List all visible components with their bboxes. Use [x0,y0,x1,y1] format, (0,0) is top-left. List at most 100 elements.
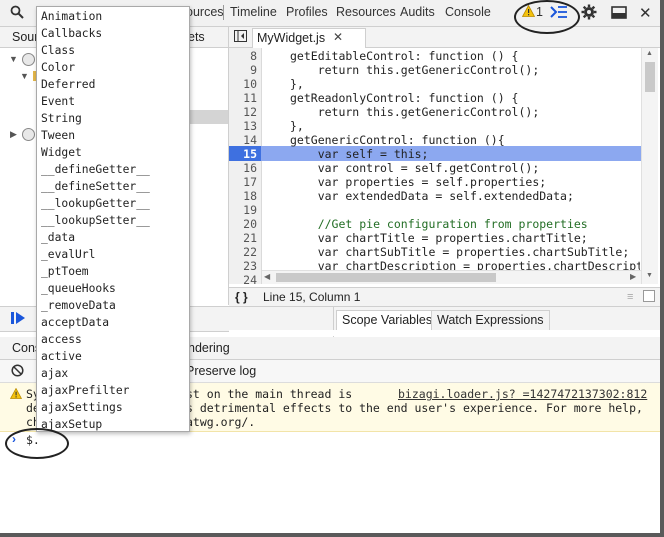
tree-row-selected[interactable] [188,110,228,124]
editor-vertical-scrollbar[interactable]: ▲ ▼ [641,48,658,284]
code-line[interactable]: var control = self.getControl(); [290,161,540,175]
status-expand-icon[interactable] [643,290,655,302]
code-line[interactable]: }, [290,119,304,133]
suggestion-item[interactable]: Color [41,61,75,74]
line-number[interactable]: 18 [229,189,257,203]
code-line[interactable]: var self = this; [290,147,429,161]
suggestion-item[interactable]: Tween [41,129,75,142]
line-number[interactable]: 13 [229,119,257,133]
tab-timeline[interactable]: Timeline [230,5,277,19]
line-number[interactable]: 17 [229,175,257,189]
line-number[interactable]: 14 [229,133,257,147]
line-number[interactable]: 11 [229,91,257,105]
tab-audits[interactable]: Audits [400,5,435,19]
code-line[interactable]: getEditableControl: function () { [290,49,518,63]
tab-scope-variables[interactable]: Scope Variables [336,310,439,331]
suggestion-item[interactable]: __lookupSetter__ [41,214,150,227]
scroll-right-arrow-icon[interactable]: ▶ [630,272,636,281]
suggestion-item[interactable]: access [41,333,82,346]
preserve-log-checkbox-label[interactable]: Preserve log [186,364,256,378]
tab-snippets[interactable]: ets [188,30,205,44]
editor-horizontal-scrollbar[interactable]: ◀ ▶ [262,270,641,284]
line-number[interactable]: 20 [229,217,257,231]
tree-expand-arrow-icon[interactable]: ▼ [20,71,29,81]
suggestion-item[interactable]: _data [41,231,75,244]
scroll-thumb[interactable] [645,62,655,92]
scroll-up-arrow-icon[interactable]: ▲ [646,50,653,57]
suggestion-item[interactable]: __defineSetter__ [41,180,150,193]
close-icon[interactable]: ✕ [639,4,652,22]
console-prompt[interactable]: › $. [0,432,664,448]
code-line[interactable]: }, [290,77,304,91]
scroll-left-arrow-icon[interactable]: ◀ [264,272,270,281]
annotation-circle-warning [514,0,580,34]
dock-side-icon[interactable] [611,6,627,22]
suggestion-item[interactable]: Event [41,95,75,108]
tab-console[interactable]: Console [445,5,491,19]
code-line[interactable]: var chartSubTitle = properties.chartSubT… [290,245,630,259]
toggle-navigator-icon[interactable] [234,30,247,45]
line-number[interactable]: 16 [229,161,257,175]
code-line[interactable]: var extendedData = self.extendedData; [290,189,574,203]
tree-expand-arrow-icon[interactable]: ▼ [9,54,18,64]
suggestion-item[interactable]: __defineGetter__ [41,163,150,176]
suggestion-item[interactable]: _ptToem [41,265,89,278]
line-number[interactable]: 9 [229,63,257,77]
settings-gear-icon[interactable] [581,4,597,23]
pretty-print-icon[interactable]: { } [235,290,248,304]
suggestion-item[interactable]: Class [41,44,75,57]
suggestion-item[interactable]: Deferred [41,78,95,91]
status-menu-icon[interactable]: ≡ [627,291,633,303]
autocomplete-suggestion-box[interactable]: Animation Callbacks Class Color Deferred Even… [36,6,190,432]
code-line[interactable]: var chartTitle = properties.chartTitle; [290,231,588,245]
tab-sources-navigator[interactable]: Sour [12,30,38,44]
source-link[interactable]: bizagi.loader.js? =1427472137302:812 [398,387,647,401]
line-number[interactable]: 8 [229,49,257,63]
suggestion-item[interactable]: Callbacks [41,27,102,40]
search-icon[interactable] [10,5,24,22]
close-tab-icon[interactable]: ✕ [333,30,343,44]
warning-text-line-1: st on the main thread is [186,387,353,401]
line-number[interactable]: 23 [229,259,257,273]
suggestion-item[interactable]: _removeData [41,299,116,312]
tab-sources[interactable]: ources [186,5,224,19]
code-line[interactable]: getReadonlyControl: function () { [290,91,518,105]
suggestion-item[interactable]: String [41,112,82,125]
warning-text-line-3: atwg.org/. [186,415,256,429]
window-border [0,533,664,537]
tab-resources[interactable]: Resources [336,5,396,19]
line-number[interactable]: 12 [229,105,257,119]
tab-profiles[interactable]: Profiles [286,5,328,19]
suggestion-item[interactable]: ajax [41,367,68,380]
code-line[interactable]: var properties = self.properties; [290,175,547,189]
tab-divider [223,5,224,20]
scroll-down-arrow-icon[interactable]: ▼ [646,272,653,279]
resume-script-icon[interactable] [10,311,26,328]
suggestion-item[interactable]: _evalUrl [41,248,95,261]
code-line[interactable]: return this.getGenericControl(); [290,105,540,119]
tree-collapse-arrow-icon[interactable]: ▶ [10,129,17,140]
suggestion-item[interactable]: Animation [41,10,102,23]
line-number[interactable]: 22 [229,245,257,259]
line-number[interactable]: 10 [229,77,257,91]
line-number[interactable]: 19 [229,203,257,217]
annotation-circle-prompt [5,428,69,459]
suggestion-item[interactable]: ajaxSettings [41,401,123,414]
line-number[interactable]: 24 [229,273,257,287]
code-line[interactable]: //Get pie configuration from properties [290,217,588,231]
file-tab-mywidget[interactable]: MyWidget.js ✕ [252,28,366,48]
code-line[interactable]: return this.getGenericControl(); [290,63,540,77]
line-number[interactable]: 21 [229,231,257,245]
tab-rendering[interactable]: ndering [188,341,230,355]
suggestion-item[interactable]: Widget [41,146,82,159]
scroll-thumb[interactable] [276,273,496,282]
clear-console-icon[interactable] [11,364,24,380]
suggestion-item[interactable]: __lookupGetter__ [41,197,150,210]
code-line[interactable]: getGenericControl: function (){ [290,133,505,147]
suggestion-item[interactable]: _queueHooks [41,282,116,295]
tab-watch-expressions[interactable]: Watch Expressions [431,310,550,331]
suggestion-item[interactable]: active [41,350,82,363]
suggestion-item[interactable]: acceptData [41,316,109,329]
line-number[interactable]: 15 [229,147,257,161]
suggestion-item[interactable]: ajaxPrefilter [41,384,129,397]
